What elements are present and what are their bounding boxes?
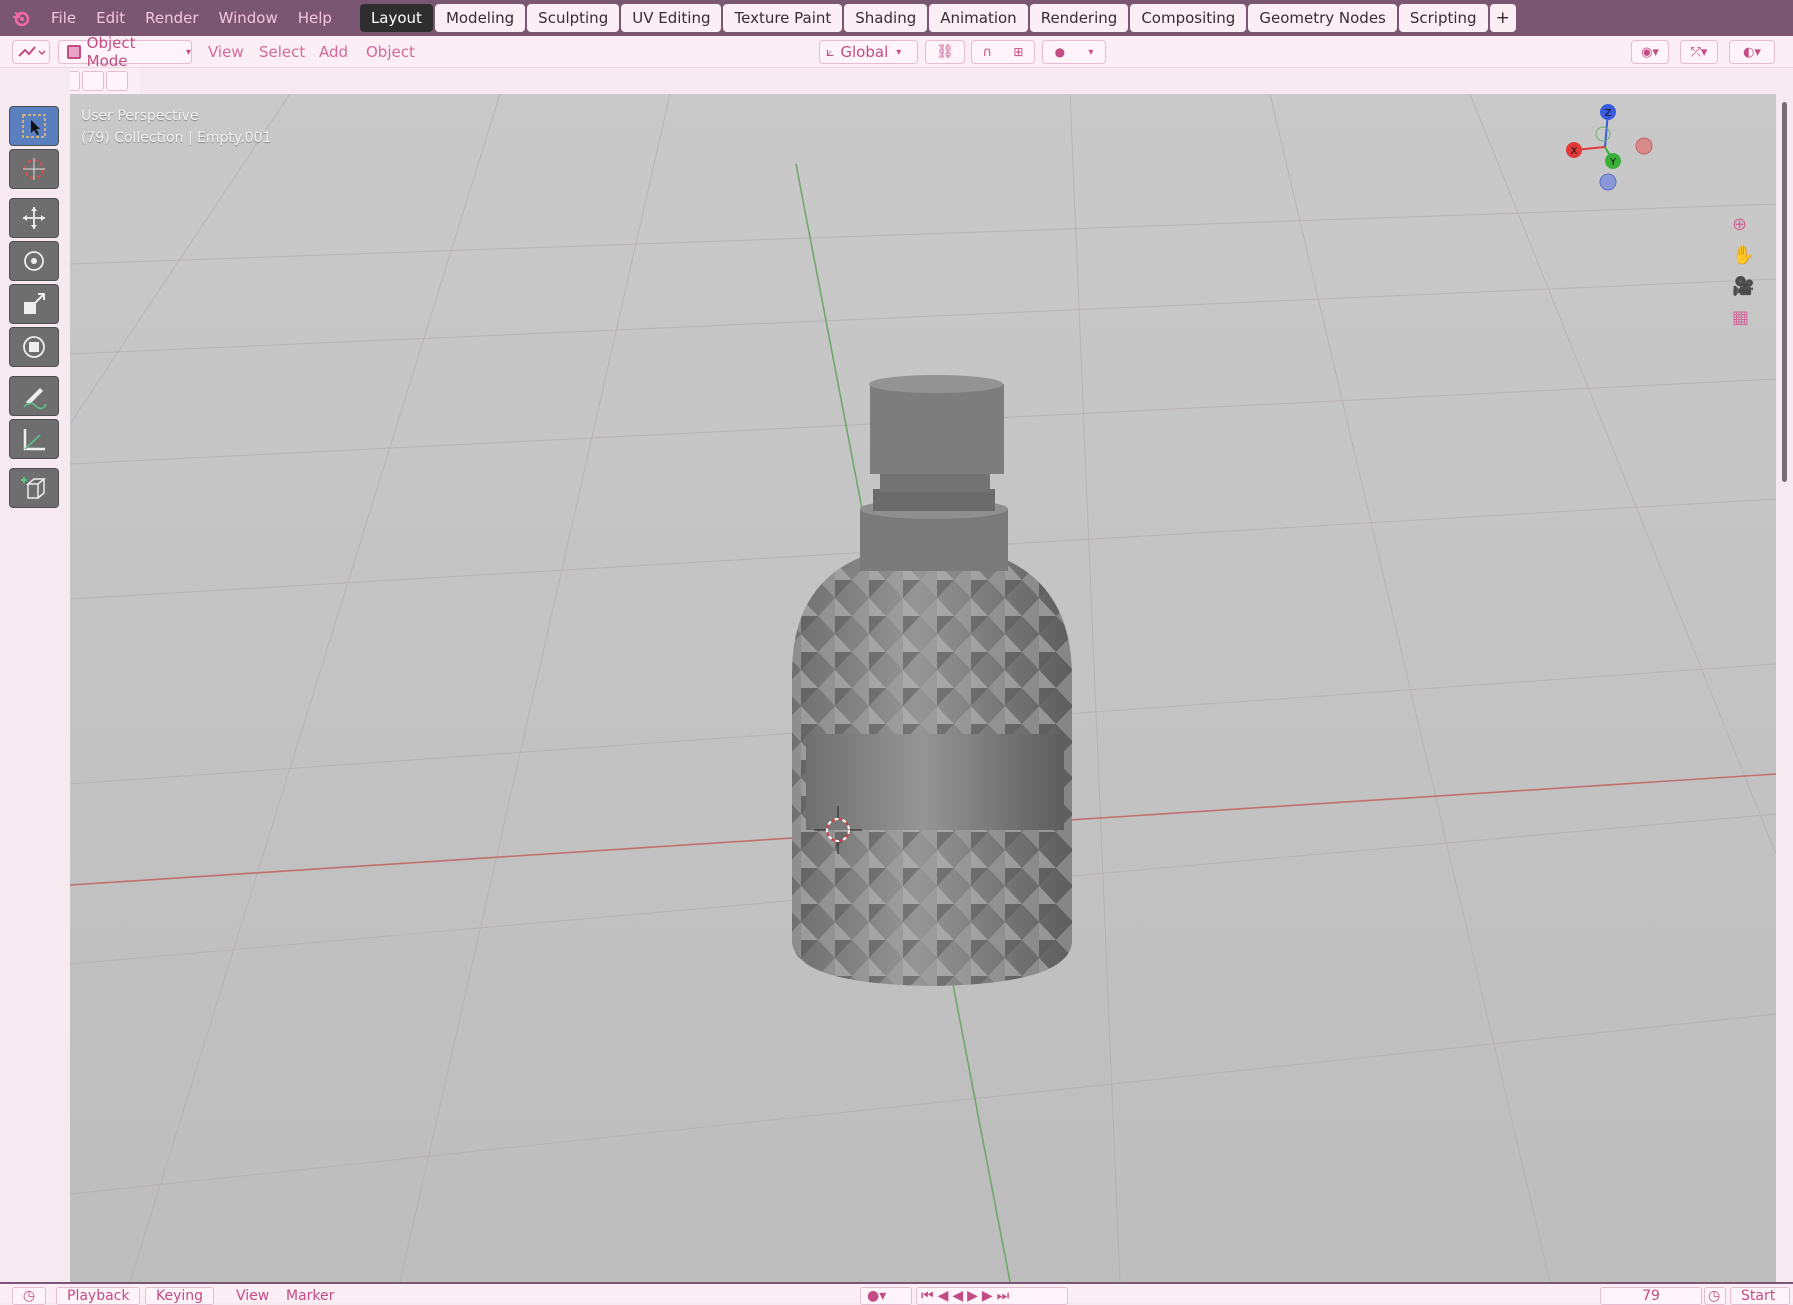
gizmo-x-label: X: [1571, 146, 1578, 157]
chevron-down-icon: ▾: [185, 46, 191, 58]
camera-icon[interactable]: 🎥: [1732, 276, 1754, 297]
rotate-icon: [24, 251, 44, 271]
tab-modeling[interactable]: Modeling: [434, 4, 526, 32]
tab-layout[interactable]: Layout: [359, 4, 433, 32]
mode-dropdown[interactable]: Object Mode ▾: [58, 34, 192, 70]
gizmo-z-label: Z: [1605, 108, 1612, 119]
snap-increment-icon: ⊞: [1013, 45, 1024, 59]
gizmo-neg-y-icon[interactable]: [1595, 126, 1611, 142]
chevron-down-icon: ▾: [896, 46, 902, 58]
view-menu[interactable]: View: [208, 40, 244, 64]
record-button[interactable]: ●▾: [860, 1287, 912, 1305]
menu-file[interactable]: File: [41, 0, 86, 36]
scale-tool[interactable]: [9, 284, 59, 324]
move-tool[interactable]: [9, 198, 59, 238]
add-menu[interactable]: Add: [319, 40, 348, 64]
tab-geometry-nodes[interactable]: Geometry Nodes: [1248, 4, 1397, 32]
top-bar: File Edit Render Window Help Layout Mode…: [0, 0, 1793, 36]
measure-tool[interactable]: [9, 419, 59, 459]
select-box-icon: [22, 114, 46, 138]
select-box-tool[interactable]: [9, 106, 59, 146]
tab-shading[interactable]: Shading: [844, 4, 928, 32]
viewport-perspective-label: User Perspective: [81, 108, 199, 124]
zoom-icon[interactable]: ⊕: [1732, 214, 1754, 235]
tab-sculpting[interactable]: Sculpting: [527, 4, 620, 32]
timeline-editor-button[interactable]: ◷: [12, 1287, 46, 1305]
snap-button[interactable]: ∩ ⊞: [971, 40, 1035, 64]
proportional-edit-button[interactable]: ● ▾: [1042, 40, 1106, 64]
rotate-tool[interactable]: [9, 241, 59, 281]
start-frame-field[interactable]: Start: [1730, 1287, 1790, 1305]
select-invert-icon[interactable]: [82, 71, 104, 91]
select-intersect-icon[interactable]: [106, 71, 128, 91]
navigation-gizmo[interactable]: Z X Y: [1565, 98, 1675, 198]
viewport-scrollbar[interactable]: [1776, 94, 1793, 1282]
tab-compositing[interactable]: Compositing: [1130, 4, 1247, 32]
gizmo-toggle-button[interactable]: ⤱▾: [1680, 40, 1718, 64]
cursor-icon: [23, 158, 45, 180]
tab-rendering[interactable]: Rendering: [1029, 4, 1129, 32]
annotate-tool[interactable]: [9, 376, 59, 416]
scale-icon: [24, 293, 45, 314]
chevron-down-icon: ▾: [1088, 46, 1094, 58]
playback-controls[interactable]: ⏮◀◀▶▶⏭: [916, 1287, 1068, 1305]
viewport-collection-label: (79) Collection | Empty.001: [81, 130, 272, 146]
menu-window[interactable]: Window: [209, 0, 288, 36]
menu-render[interactable]: Render: [135, 0, 208, 36]
transform-icon: [23, 336, 45, 358]
transform-tool[interactable]: [9, 327, 59, 367]
tab-scripting[interactable]: Scripting: [1398, 4, 1488, 32]
orientation-icon: ⟀: [826, 44, 835, 60]
blender-logo-icon[interactable]: [9, 6, 33, 30]
current-frame-field[interactable]: 79: [1600, 1287, 1702, 1305]
bottle-object[interactable]: [792, 375, 1072, 986]
gizmo-neg-z-icon[interactable]: [1599, 173, 1617, 191]
tool-shelf: [9, 106, 60, 511]
add-workspace-button[interactable]: +: [1489, 4, 1516, 32]
viewport-nav-buttons: ⊕ ✋ 🎥 ▦: [1732, 214, 1754, 328]
overlays-icon: ◐▾: [1743, 44, 1761, 60]
overlays-button[interactable]: ◐▾: [1729, 40, 1775, 64]
link-icon: ⛓: [936, 44, 954, 60]
add-cube-icon: [21, 477, 47, 499]
pivot-point-button[interactable]: ⛓: [925, 40, 965, 64]
playback-menu[interactable]: Playback: [56, 1287, 141, 1305]
editor-type-button[interactable]: [12, 40, 50, 64]
scrollbar-thumb[interactable]: [1782, 102, 1787, 482]
workspace-tabs: Layout Modeling Sculpting UV Editing Tex…: [359, 4, 1518, 32]
visibility-button[interactable]: ◉▾: [1631, 40, 1669, 64]
orientation-label: Global: [840, 43, 889, 61]
measure-ruler-icon: [23, 429, 45, 451]
move-icon: [23, 207, 45, 229]
gizmo-y-label: Y: [1609, 157, 1617, 168]
tab-uv-editing[interactable]: UV Editing: [621, 4, 722, 32]
magnet-icon: ∩: [982, 44, 993, 60]
gizmo-neg-x-icon[interactable]: [1635, 137, 1653, 155]
timeline-header: ◷ Playback Keying View Marker ●▾ ⏮◀◀▶▶⏭ …: [0, 1282, 1793, 1305]
viewport-scene: [70, 94, 1776, 1282]
gizmo-icon: ⤱▾: [1690, 44, 1708, 60]
tab-texture-paint[interactable]: Texture Paint: [723, 4, 843, 32]
3d-viewport[interactable]: Z X Y ⊕ ✋ 🎥 ▦: [70, 94, 1776, 1282]
menu-edit[interactable]: Edit: [86, 0, 135, 36]
mode-label: Object Mode: [86, 34, 136, 70]
proportional-icon: ●: [1054, 45, 1066, 59]
select-menu[interactable]: Select: [259, 40, 305, 64]
viewport-header: Object Mode ▾ View Select Add Object ⟀ G…: [0, 34, 1793, 70]
keying-menu[interactable]: Keying: [145, 1287, 215, 1305]
preview-range-button[interactable]: ◷: [1704, 1287, 1726, 1305]
editor-type-icon: [18, 46, 46, 57]
cursor-tool[interactable]: [9, 149, 59, 189]
object-menu[interactable]: Object: [366, 40, 415, 64]
add-cube-tool[interactable]: [9, 468, 59, 508]
eye-icon: ◉▾: [1641, 44, 1659, 60]
transform-orientation-dropdown[interactable]: ⟀ Global ▾: [819, 40, 918, 64]
pan-hand-icon[interactable]: ✋: [1732, 245, 1754, 266]
menu-help[interactable]: Help: [288, 0, 342, 36]
tab-animation[interactable]: Animation: [929, 4, 1028, 32]
annotate-pencil-icon: [23, 388, 47, 410]
object-mode-icon: [67, 45, 81, 59]
grid-ortho-icon[interactable]: ▦: [1732, 307, 1754, 328]
